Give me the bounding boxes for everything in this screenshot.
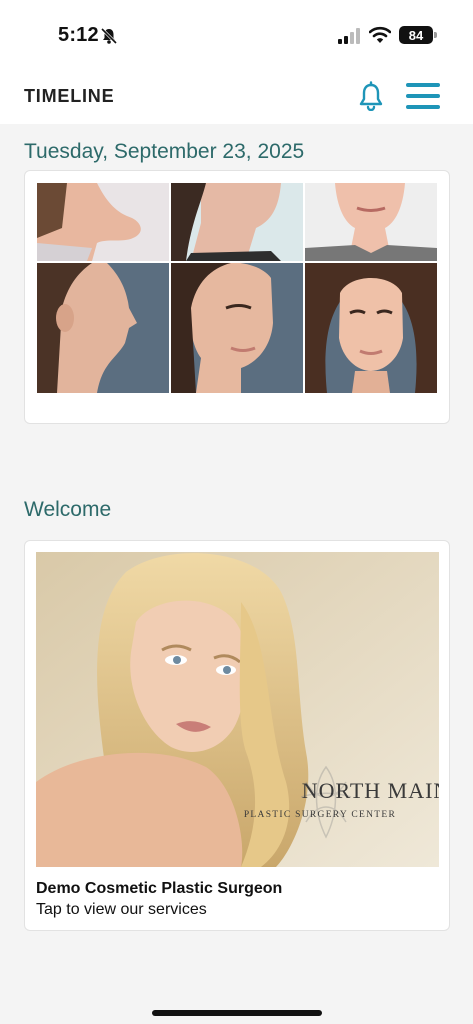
card-title: Demo Cosmetic Plastic Surgeon: [36, 880, 283, 897]
hamburger-menu-icon[interactable]: [406, 83, 440, 109]
status-time: 5:12: [58, 24, 99, 46]
before-photo-three-quarter: [171, 183, 303, 261]
battery-tip: [434, 32, 437, 38]
model-portrait-image: NORTH MAIN PLASTIC SURGERY CENTER: [36, 552, 439, 867]
after-photo-three-quarter: [171, 263, 303, 393]
date-heading: Tuesday, September 23, 2025: [24, 140, 305, 163]
welcome-heading: Welcome: [24, 498, 112, 521]
bell-icon[interactable]: [357, 81, 385, 111]
before-photo-side: [37, 183, 169, 261]
app-header: TIMELINE: [0, 66, 473, 124]
before-photo-front: [305, 183, 437, 261]
hero-image: NORTH MAIN PLASTIC SURGERY CENTER: [36, 552, 439, 867]
battery-level: 84: [408, 27, 424, 43]
card-subtitle: Tap to view our services: [36, 901, 207, 918]
page-title: TIMELINE: [24, 86, 115, 106]
brand-subtitle-text: PLASTIC SURGERY CENTER: [244, 810, 396, 820]
before-after-photo-grid: [37, 183, 437, 393]
battery-icon: 84: [399, 26, 433, 44]
bell-slash-icon: [100, 27, 118, 45]
welcome-card[interactable]: NORTH MAIN PLASTIC SURGERY CENTER Demo C…: [24, 540, 450, 931]
home-indicator[interactable]: [152, 1010, 322, 1016]
wifi-icon: [369, 26, 391, 43]
after-photo-front: [305, 263, 437, 393]
status-bar: 5:12 84: [0, 0, 473, 66]
timeline-photo-card[interactable]: [24, 170, 450, 424]
cellular-signal-icon: [338, 28, 360, 44]
after-photo-side: [37, 263, 169, 393]
brand-name-text: NORTH MAIN: [302, 778, 439, 803]
